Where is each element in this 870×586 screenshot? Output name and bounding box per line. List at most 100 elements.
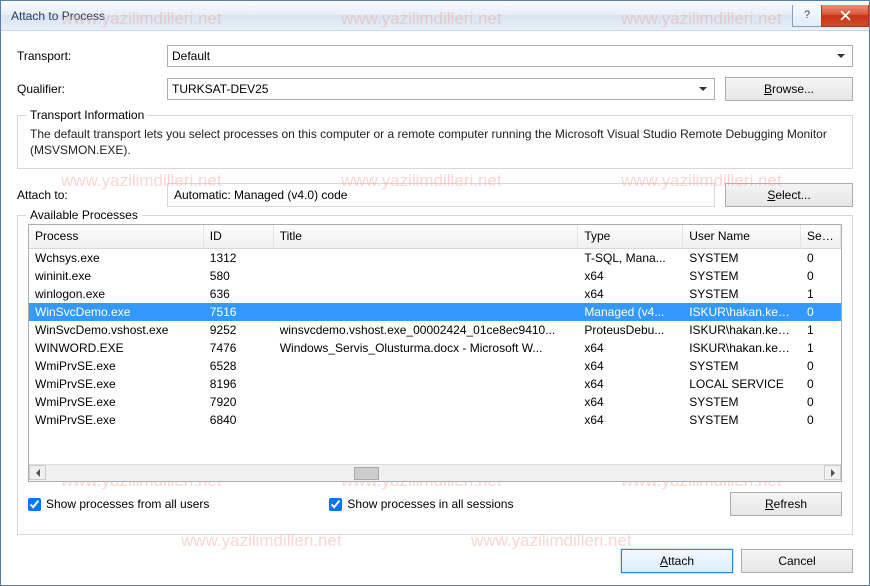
table-row[interactable]: WmiPrvSE.exe6528 x64SYSTEM0 — [29, 357, 841, 375]
qualifier-value: TURKSAT-DEV25 — [172, 82, 268, 96]
transport-info-text: The default transport lets you select pr… — [30, 126, 840, 158]
cell-session: 0 — [801, 268, 841, 284]
scroll-thumb[interactable] — [354, 467, 379, 480]
col-title[interactable]: Title — [274, 225, 579, 248]
col-type[interactable]: Type — [578, 225, 683, 248]
col-user[interactable]: User Name — [683, 225, 801, 248]
cell-session: 0 — [801, 358, 841, 374]
cell-session: 0 — [801, 394, 841, 410]
show-all-users-checkbox[interactable]: Show processes from all users — [28, 497, 209, 511]
cell-user: ISKUR\hakan.keskin [... — [683, 340, 801, 356]
cell-process: WmiPrvSE.exe — [29, 412, 204, 428]
browse-button[interactable]: Browse... — [725, 77, 853, 101]
cell-process: WinSvcDemo.vshost.exe — [29, 322, 204, 338]
cell-session: 1 — [801, 286, 841, 302]
cell-process: WINWORD.EXE — [29, 340, 204, 356]
help-button[interactable]: ? — [792, 5, 822, 27]
table-row[interactable]: WmiPrvSE.exe7920x64SYSTEM0 — [29, 393, 841, 411]
cell-type: x64 — [578, 376, 683, 392]
cell-id: 580 — [204, 268, 274, 284]
cell-process: wininit.exe — [29, 268, 204, 284]
qualifier-select[interactable]: TURKSAT-DEV25 — [167, 78, 715, 100]
transport-info-legend: Transport Information — [26, 108, 148, 122]
attach-to-label: Attach to: — [17, 188, 167, 202]
cell-type: x64 — [578, 340, 683, 356]
horizontal-scrollbar[interactable] — [29, 464, 841, 481]
select-button[interactable]: Select... — [725, 183, 853, 207]
cell-process: WinSvcDemo.exe — [29, 304, 204, 320]
transport-label: Transport: — [17, 49, 167, 63]
table-row[interactable]: winlogon.exe636x64SYSTEM1 — [29, 285, 841, 303]
cell-id: 7476 — [204, 340, 274, 356]
window-buttons: ? — [793, 5, 869, 27]
scroll-right-icon[interactable] — [824, 465, 841, 480]
cell-session: 0 — [801, 376, 841, 392]
cell-user: SYSTEM — [683, 250, 801, 266]
cell-user: SYSTEM — [683, 268, 801, 284]
show-all-users-input[interactable] — [28, 498, 41, 511]
cell-id: 636 — [204, 286, 274, 302]
cell-title — [274, 311, 579, 313]
cell-type: x64 — [578, 412, 683, 428]
show-all-sessions-label: Show processes in all sessions — [347, 497, 513, 511]
cell-process: WmiPrvSE.exe — [29, 394, 204, 410]
cell-type: T-SQL, Mana... — [578, 250, 683, 266]
transport-select[interactable]: Default — [167, 45, 853, 67]
cell-title: winsvcdemo.vshost.exe_00002424_01ce8ec94… — [274, 322, 579, 338]
cell-session: 1 — [801, 322, 841, 338]
col-session[interactable]: Session — [801, 225, 841, 248]
cell-title — [274, 365, 579, 367]
cell-type: x64 — [578, 358, 683, 374]
table-header: Process ID Title Type User Name Session — [29, 225, 841, 249]
cell-id: 7920 — [204, 394, 274, 410]
cell-session: 0 — [801, 304, 841, 320]
cell-id: 8196 — [204, 376, 274, 392]
table-body[interactable]: Wchsys.exe1312T-SQL, Mana...SYSTEM0winin… — [29, 249, 841, 464]
table-row[interactable]: WINWORD.EXE7476Windows_Servis_Olusturma.… — [29, 339, 841, 357]
available-processes-legend: Available Processes — [26, 208, 142, 222]
table-row[interactable]: WmiPrvSE.exe6840x64SYSTEM0 — [29, 411, 841, 429]
refresh-button[interactable]: Refresh — [730, 492, 842, 516]
col-id[interactable]: ID — [204, 225, 274, 248]
attach-button[interactable]: Attach — [621, 549, 733, 573]
cell-user: SYSTEM — [683, 358, 801, 374]
scroll-left-icon[interactable] — [29, 465, 46, 480]
cancel-button[interactable]: Cancel — [741, 549, 853, 573]
cell-id: 6840 — [204, 412, 274, 428]
cell-session: 0 — [801, 412, 841, 428]
chevron-down-icon — [695, 81, 711, 97]
qualifier-label: Qualifier: — [17, 82, 167, 96]
cell-title: Windows_Servis_Olusturma.docx - Microsof… — [274, 340, 579, 356]
cell-title — [274, 257, 579, 259]
cell-id: 7516 — [204, 304, 274, 320]
cell-type: x64 — [578, 394, 683, 410]
cell-type: Managed (v4... — [578, 304, 683, 320]
dialog-content: www.yazilimdilleri.net www.yazilimdiller… — [1, 31, 869, 585]
col-process[interactable]: Process — [29, 225, 204, 248]
cell-session: 0 — [801, 250, 841, 266]
cell-user: ISKUR\hakan.keskin [... — [683, 322, 801, 338]
cell-title — [274, 275, 579, 277]
table-row[interactable]: wininit.exe580 x64SYSTEM0 — [29, 267, 841, 285]
cell-process: Wchsys.exe — [29, 250, 204, 266]
show-all-sessions-input[interactable] — [329, 498, 342, 511]
transport-value: Default — [172, 49, 210, 63]
cell-title — [274, 293, 579, 295]
cell-title — [274, 401, 579, 403]
cell-id: 6528 — [204, 358, 274, 374]
cell-user: ISKUR\hakan.keskin [... — [683, 304, 801, 320]
table-row[interactable]: WmiPrvSE.exe8196x64LOCAL SERVICE0 — [29, 375, 841, 393]
table-row[interactable]: WinSvcDemo.vshost.exe9252winsvcdemo.vsho… — [29, 321, 841, 339]
cell-title — [274, 419, 579, 421]
close-button[interactable] — [821, 5, 869, 27]
cell-type: ProteusDebu... — [578, 322, 683, 338]
show-all-sessions-checkbox[interactable]: Show processes in all sessions — [329, 497, 513, 511]
cell-process: WmiPrvSE.exe — [29, 358, 204, 374]
cell-session: 1 — [801, 340, 841, 356]
transport-information-group: Transport Information The default transp… — [17, 115, 853, 169]
cell-type: x64 — [578, 268, 683, 284]
table-row[interactable]: Wchsys.exe1312T-SQL, Mana...SYSTEM0 — [29, 249, 841, 267]
table-row[interactable]: WinSvcDemo.exe7516 Managed (v4...ISKUR\ha… — [29, 303, 841, 321]
cell-id: 9252 — [204, 322, 274, 338]
show-all-users-label: Show processes from all users — [46, 497, 209, 511]
